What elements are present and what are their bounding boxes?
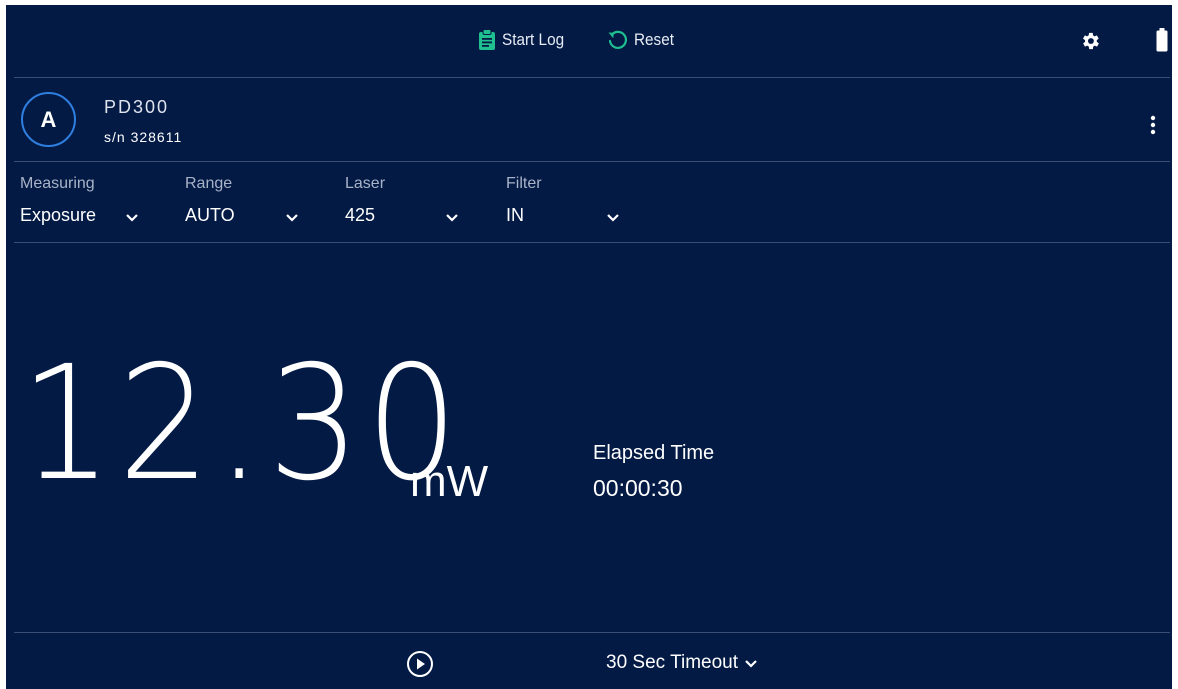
divider xyxy=(14,632,1170,633)
battery-icon xyxy=(1156,28,1168,52)
vertical-dots-icon[interactable] xyxy=(1150,115,1156,135)
measuring-caption: Measuring xyxy=(20,175,95,192)
range-select[interactable]: Range AUTO xyxy=(185,175,305,226)
measuring-select[interactable]: Measuring Exposure xyxy=(20,175,145,226)
channel-letter: A xyxy=(40,106,57,132)
timeout-select[interactable]: 30 Sec Timeout xyxy=(606,652,758,674)
filter-caption: Filter xyxy=(506,175,542,192)
chevron-down-icon xyxy=(445,213,459,222)
chevron-down-icon xyxy=(744,659,758,668)
reset-label: Reset xyxy=(634,30,674,49)
divider xyxy=(14,242,1170,243)
divider xyxy=(14,77,1170,78)
channel-avatar: A xyxy=(21,92,76,147)
device-serial: s/n 328611 xyxy=(104,129,183,145)
device-screen: Start Log Reset A PD300 s/n 328611 Measu… xyxy=(6,5,1172,689)
measurement-unit: mW xyxy=(410,457,489,506)
measurement-value: 12.30 xyxy=(20,332,464,516)
chevron-down-icon xyxy=(285,213,299,222)
filter-value: IN xyxy=(506,205,524,225)
device-model: PD300 xyxy=(104,97,170,117)
elapsed-time-value: 00:00:30 xyxy=(593,475,683,501)
elapsed-time-label: Elapsed Time xyxy=(593,442,715,464)
gear-icon[interactable] xyxy=(1079,30,1101,52)
chevron-down-icon xyxy=(606,213,620,222)
divider xyxy=(14,161,1170,162)
chevron-down-icon xyxy=(125,213,139,222)
clipboard-icon xyxy=(478,29,496,51)
filter-select[interactable]: Filter IN xyxy=(506,175,626,226)
play-circle-icon[interactable] xyxy=(406,650,434,678)
range-caption: Range xyxy=(185,175,233,192)
laser-caption: Laser xyxy=(345,175,386,192)
start-log-label: Start Log xyxy=(502,30,565,49)
measuring-value: Exposure xyxy=(20,205,97,225)
reset-button[interactable]: Reset xyxy=(606,29,678,51)
laser-select[interactable]: Laser 425 xyxy=(345,175,465,226)
laser-value: 425 xyxy=(345,205,376,225)
range-value: AUTO xyxy=(185,205,235,225)
start-log-button[interactable]: Start Log xyxy=(478,29,571,51)
timeout-label: 30 Sec Timeout xyxy=(606,652,739,673)
refresh-icon xyxy=(606,29,628,51)
